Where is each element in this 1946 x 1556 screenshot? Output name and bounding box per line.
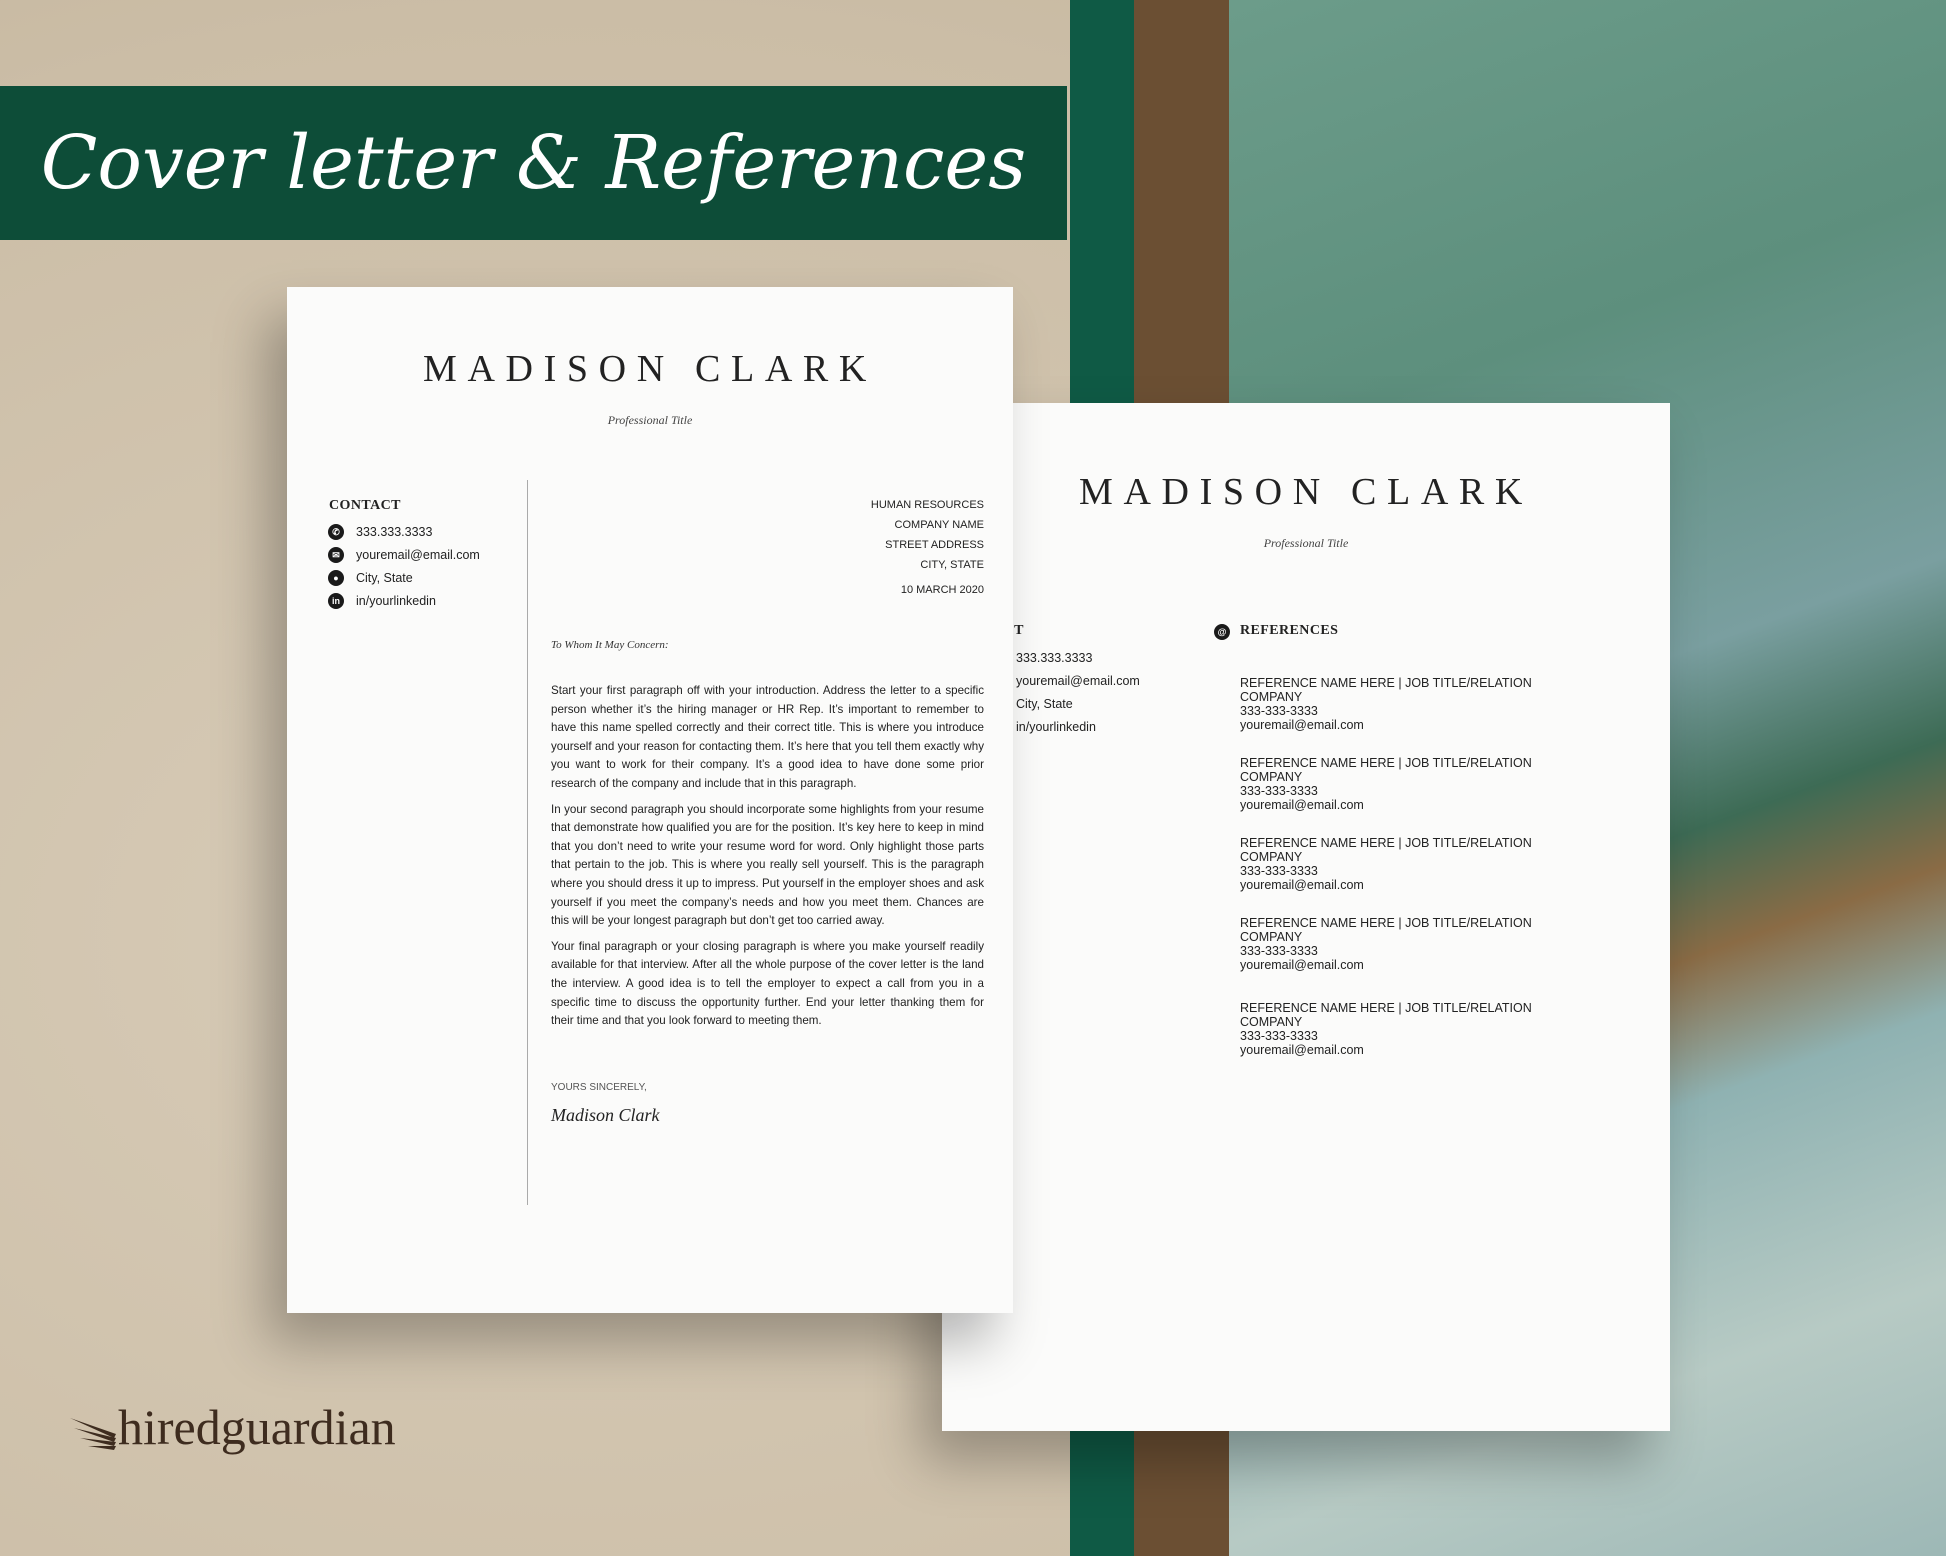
paragraph: Your final paragraph or your closing par… — [551, 939, 984, 1028]
recipient-address: HUMAN RESOURCES COMPANY NAME STREET ADDR… — [871, 499, 984, 604]
reference-entry: REFERENCE NAME HERE | JOB TITLE/RELATION… — [1240, 756, 1532, 812]
reference-entry: REFERENCE NAME HERE | JOB TITLE/RELATION… — [1240, 916, 1532, 972]
reference-entry: REFERENCE NAME HERE | JOB TITLE/RELATION… — [1240, 676, 1532, 732]
signature: Madison Clark — [551, 1105, 660, 1125]
contact-email: ✉ youremail@email.com — [328, 547, 480, 563]
phone-icon: ✆ — [328, 524, 344, 540]
contact-phone: ✆ 333.333.3333 — [328, 524, 432, 540]
contact-text: 333.333.3333 — [356, 525, 433, 539]
reference-company: COMPANY — [1240, 770, 1303, 784]
banner-title: Cover letter & References — [40, 120, 1027, 206]
reference-company: COMPANY — [1240, 850, 1303, 864]
paragraph: Start your first paragraph off with your… — [551, 684, 984, 790]
contact-phone: 333.333.3333 — [1016, 651, 1093, 665]
recipient-line: HUMAN RESOURCES — [870, 499, 984, 511]
contact-location: City, State — [1016, 697, 1073, 711]
contact-heading: CONTACT — [329, 498, 401, 513]
name: MADISON CLARK — [423, 348, 877, 390]
recipient-line: COMPANY NAME — [894, 519, 984, 531]
greeting: To Whom It May Concern: — [551, 639, 669, 651]
recipient-line: CITY, STATE — [920, 559, 984, 571]
reference-email: youremail@email.com — [1240, 718, 1364, 732]
professional-title: Professional Title — [607, 413, 693, 427]
location-icon: ● — [328, 570, 344, 586]
reference-company: COMPANY — [1240, 1015, 1303, 1029]
reference-name: REFERENCE NAME HERE | JOB TITLE/RELATION — [1240, 916, 1532, 930]
reference-phone: 333-333-3333 — [1240, 784, 1318, 798]
paragraph: In your second paragraph you should inco… — [551, 802, 984, 928]
contact-linkedin: in/yourlinkedin — [1016, 720, 1096, 734]
divider — [527, 480, 528, 1205]
letter-body: Start your first paragraph off with your… — [551, 682, 984, 1038]
at-icon: @ — [1214, 624, 1230, 640]
contact-linkedin: in in/yourlinkedin — [328, 593, 436, 609]
contact-email: youremail@email.com — [1016, 674, 1140, 688]
cover-letter-page: MADISON CLARK Professional Title CONTACT… — [287, 287, 1013, 1313]
recipient-line: STREET ADDRESS — [885, 539, 984, 551]
contact-text: City, State — [356, 571, 413, 585]
reference-phone: 333-333-3333 — [1240, 704, 1318, 718]
logo-text: hiredguardian — [118, 1399, 396, 1455]
contact-location: ● City, State — [328, 570, 413, 586]
references-heading: REFERENCES — [1240, 623, 1339, 638]
reference-phone: 333-333-3333 — [1240, 944, 1318, 958]
professional-title: Professional Title — [1263, 536, 1349, 550]
reference-entry: REFERENCE NAME HERE | JOB TITLE/RELATION… — [1240, 836, 1532, 892]
email-icon: ✉ — [328, 547, 344, 563]
reference-entry: REFERENCE NAME HERE | JOB TITLE/RELATION… — [1240, 1001, 1532, 1057]
title-banner: Cover letter & References — [0, 86, 1067, 240]
reference-email: youremail@email.com — [1240, 958, 1364, 972]
contact-text: in/yourlinkedin — [356, 594, 436, 608]
wing-icon — [70, 1418, 116, 1450]
reference-name: REFERENCE NAME HERE | JOB TITLE/RELATION — [1240, 676, 1532, 690]
reference-company: COMPANY — [1240, 930, 1303, 944]
reference-phone: 333-333-3333 — [1240, 1029, 1318, 1043]
reference-email: youremail@email.com — [1240, 878, 1364, 892]
closing: YOURS SINCERELY, — [551, 1082, 647, 1093]
reference-phone: 333-333-3333 — [1240, 864, 1318, 878]
hiredguardian-logo: hiredguardian — [70, 1398, 396, 1456]
reference-company: COMPANY — [1240, 690, 1303, 704]
reference-name: REFERENCE NAME HERE | JOB TITLE/RELATION — [1240, 756, 1532, 770]
letter-date: 10 MARCH 2020 — [900, 584, 984, 596]
linkedin-icon: in — [328, 593, 344, 609]
name: MADISON CLARK — [1079, 471, 1533, 513]
contact-text: youremail@email.com — [356, 548, 480, 562]
reference-email: youremail@email.com — [1240, 798, 1364, 812]
reference-email: youremail@email.com — [1240, 1043, 1364, 1057]
reference-name: REFERENCE NAME HERE | JOB TITLE/RELATION — [1240, 1001, 1532, 1015]
references-page: MADISON CLARK Professional Title CONTACT… — [942, 403, 1670, 1431]
reference-name: REFERENCE NAME HERE | JOB TITLE/RELATION — [1240, 836, 1532, 850]
